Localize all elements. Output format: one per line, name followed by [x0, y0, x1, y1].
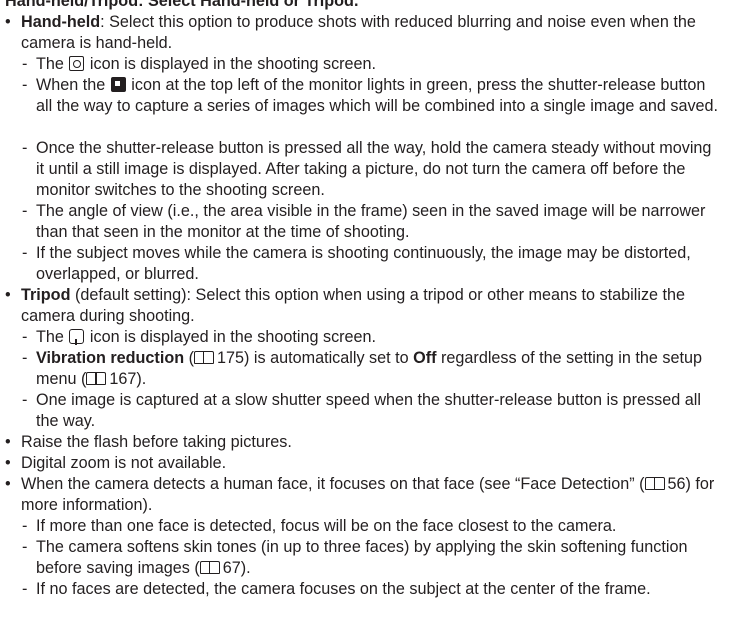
option-tripod-label: Tripod [21, 286, 71, 304]
book-reference-icon [86, 372, 107, 385]
face-note-2: The camera softens skin tones (in up to … [36, 538, 688, 577]
option-hand-held-label: Hand-held [21, 13, 101, 31]
section-heading: Hand-held/Tripod: Select Hand-held or Tr… [5, 0, 359, 10]
book-reference-icon [644, 477, 665, 490]
tripod-note-1: The icon is displayed in the shooting sc… [36, 328, 377, 346]
hand-held-note-1: The icon is displayed in the shooting sc… [36, 55, 377, 73]
flash-note: Raise the flash before taking pictures. [21, 433, 292, 451]
hand-held-mode-icon [69, 56, 85, 71]
tripod-description: Tripod (default setting): Select this op… [21, 286, 686, 325]
hand-held-note-4: The angle of view (i.e., the area visibl… [36, 202, 706, 241]
book-reference-icon [199, 561, 220, 574]
ready-indicator-icon [110, 77, 126, 92]
hand-held-note-5: If the subject moves while the camera is… [36, 244, 691, 283]
tripod-mode-icon [69, 329, 85, 345]
hand-held-description: Hand-held: Select this option to produce… [21, 13, 696, 52]
face-note-1: If more than one face is detected, focus… [36, 517, 617, 535]
hand-held-note-3: Once the shutter-release button is press… [36, 139, 712, 199]
book-reference-icon [194, 351, 214, 364]
face-detection-note: When the camera detects a human face, it… [21, 475, 715, 514]
zoom-note: Digital zoom is not available. [21, 454, 227, 472]
tripod-note-2: Vibration reduction (175) is automatical… [36, 349, 702, 388]
hand-held-note-2: When the icon at the top left of the mon… [36, 76, 719, 115]
tripod-note-3: One image is captured at a slow shutter … [36, 391, 701, 430]
face-note-3: If no faces are detected, the camera foc… [36, 580, 651, 598]
